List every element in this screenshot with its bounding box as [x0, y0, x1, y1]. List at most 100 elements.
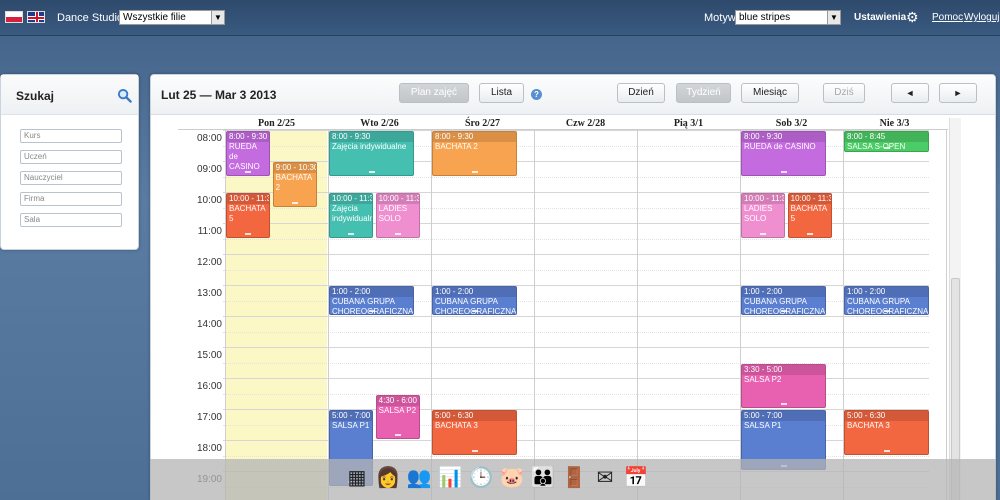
search-field-4[interactable]: Sala — [20, 213, 122, 227]
event-time: 10:00 - 11:30 — [376, 194, 419, 204]
week-view-button[interactable]: Tydzień — [676, 83, 731, 103]
clock-icon[interactable]: 🕒 — [466, 463, 496, 493]
students-icon[interactable]: 👥 — [404, 463, 434, 493]
resize-handle[interactable] — [780, 403, 787, 405]
calendar-event[interactable]: 10:00 - 11:30LADIES SOLO — [741, 193, 786, 238]
day-header[interactable]: Pią 3/1 — [637, 118, 740, 130]
polish-flag-icon[interactable] — [5, 11, 23, 23]
calendar-event[interactable]: 5:00 - 6:30 BACHATA 3 — [432, 410, 517, 455]
logout-link[interactable]: Wyloguj — [964, 12, 999, 23]
calendar-event[interactable]: 1:00 - 2:00 CUBANA GRUPA CHOREOGRAFICZNA — [432, 286, 517, 315]
event-time: 1:00 - 2:00 — [742, 287, 825, 297]
resize-handle[interactable] — [883, 449, 890, 452]
settings-link[interactable]: Ustawienia — [854, 12, 906, 23]
resize-handle[interactable] — [760, 232, 767, 235]
door-icon[interactable]: 🚪 — [559, 463, 589, 493]
event-time: 5:00 - 7:00 — [330, 411, 373, 421]
day-header[interactable]: Wto 2/26 — [328, 118, 431, 130]
dashboard-icon[interactable]: ▦ — [342, 463, 372, 493]
calendar-event[interactable]: 1:00 - 2:00 CUBANA GRUPA CHOREOGRAFICZNA — [844, 286, 929, 315]
resize-handle[interactable] — [883, 310, 890, 312]
branch-select[interactable]: Wszystkie filie ▼ — [119, 10, 225, 25]
mail-icon[interactable]: ✉ — [590, 463, 620, 493]
resize-handle[interactable] — [471, 449, 478, 452]
time-label: 18:00 — [196, 443, 222, 454]
resize-handle[interactable] — [291, 201, 298, 204]
calendar-event[interactable]: 8:00 - 9:30 RUEDA de CASINO — [741, 131, 826, 176]
board-icon[interactable]: 📊 — [435, 463, 465, 493]
calendar-event[interactable]: 10:00 - 11:30BACHATA 5 — [226, 193, 271, 238]
resize-handle[interactable] — [883, 147, 890, 150]
calendar-scrollbar[interactable] — [949, 118, 961, 500]
day-header[interactable]: Czw 2/28 — [534, 118, 637, 130]
plan-view-button[interactable]: Plan zajęć — [399, 83, 469, 103]
calendar-event[interactable]: 8:00 - 9:30 BACHATA 2 — [432, 131, 517, 176]
time-label: 14:00 — [196, 319, 222, 330]
today-button[interactable]: Dziś — [823, 83, 865, 103]
info-icon[interactable]: ? — [531, 89, 542, 100]
search-panel: Szukaj Kurs Uczeń Nauczyciel Firma Sala — [0, 74, 139, 250]
resize-handle[interactable] — [368, 310, 375, 312]
calendar-event[interactable]: 10:00 - 11:30Zajęcia indywidualne — [329, 193, 374, 238]
search-field-0[interactable]: Kurs — [20, 129, 122, 143]
calendar-event[interactable]: 8:00 - 8:45 SALSA S-OPEN — [844, 131, 929, 153]
resize-handle[interactable] — [245, 170, 252, 173]
event-time: 8:00 - 9:30 — [330, 132, 413, 142]
day-header[interactable]: Pon 2/25 — [225, 118, 328, 130]
app-dock: ▦ 👩 👥 📊 🕒 🐷 👪 🚪 ✉ 📅 — [150, 459, 996, 500]
calendar-event[interactable]: 3:30 - 5:00 SALSA P2 — [741, 363, 826, 408]
calendar-event[interactable]: 4:30 - 6:00 SALSA P2 — [375, 394, 420, 439]
calendar-event[interactable]: 1:00 - 2:00 CUBANA GRUPA CHOREOGRAFICZNA — [741, 286, 826, 315]
next-week-button[interactable]: ► — [939, 83, 977, 103]
event-time: 10:00 - 11:30 — [227, 194, 270, 204]
users-icon[interactable]: 👪 — [528, 463, 558, 493]
calendar-event[interactable]: 1:00 - 2:00 CUBANA GRUPA CHOREOGRAFICZNA — [329, 286, 414, 315]
resize-handle[interactable] — [780, 170, 787, 173]
resize-handle[interactable] — [471, 170, 478, 173]
resize-handle[interactable] — [471, 310, 478, 312]
search-field-3[interactable]: Firma — [20, 192, 122, 206]
teacher-icon[interactable]: 👩 — [373, 463, 403, 493]
search-icon[interactable] — [117, 88, 132, 103]
search-field-1[interactable]: Uczeń — [20, 150, 122, 164]
calendar-icon[interactable]: 📅 — [621, 463, 651, 493]
day-header[interactable]: Sob 3/2 — [740, 118, 843, 130]
event-title: SALSA P1 — [744, 421, 782, 430]
help-link[interactable]: Pomoc — [932, 12, 963, 23]
event-time: 1:00 - 2:00 — [330, 287, 413, 297]
event-title: RUEDA de CASINO — [744, 142, 816, 151]
app-title: Dance Studio — [57, 12, 124, 24]
time-label: 09:00 — [196, 164, 222, 175]
calendar-event[interactable]: 10:00 - 11:30BACHATA 5 — [787, 193, 832, 238]
gear-icon[interactable]: ⚙ — [906, 10, 920, 24]
list-view-button[interactable]: Lista — [479, 83, 524, 103]
event-time: 5:00 - 7:00 — [742, 411, 825, 421]
event-time: 10:00 - 11:30 — [788, 194, 831, 204]
month-view-button[interactable]: Miesiąc — [741, 83, 799, 103]
resize-handle[interactable] — [780, 310, 787, 312]
piggy-bank-icon[interactable]: 🐷 — [497, 463, 527, 493]
calendar-event[interactable]: 8:00 - 9:30 RUEDA de CASINO — [226, 131, 271, 176]
resize-handle[interactable] — [245, 232, 252, 235]
day-view-button[interactable]: Dzień — [617, 83, 665, 103]
time-label: 15:00 — [196, 350, 222, 361]
day-column-divider — [946, 130, 947, 500]
resize-handle[interactable] — [806, 232, 813, 235]
day-header[interactable]: Nie 3/3 — [843, 118, 946, 130]
day-header[interactable]: Śro 2/27 — [431, 118, 534, 130]
time-label: 10:00 — [196, 195, 222, 206]
english-flag-icon[interactable] — [27, 11, 45, 23]
search-field-2[interactable]: Nauczyciel — [20, 171, 122, 185]
date-range-title: Lut 25 — Mar 3 2013 — [161, 88, 277, 102]
calendar-event[interactable]: 10:00 - 11:30LADIES SOLO — [375, 193, 420, 238]
theme-select[interactable]: blue stripes ▼ — [735, 10, 841, 25]
calendar-event[interactable]: 5:00 - 6:30 BACHATA 3 — [844, 410, 929, 455]
resize-handle[interactable] — [348, 232, 355, 235]
calendar-event[interactable]: 9:00 - 10:30 BACHATA 2 — [272, 162, 317, 207]
resize-handle[interactable] — [368, 170, 375, 173]
event-time: 10:00 - 11:30 — [330, 194, 373, 204]
prev-week-button[interactable]: ◄ — [891, 83, 929, 103]
resize-handle[interactable] — [394, 232, 401, 235]
calendar-event[interactable]: 8:00 - 9:30 Zajęcia indywidualne — [329, 131, 414, 176]
resize-handle[interactable] — [394, 434, 401, 436]
